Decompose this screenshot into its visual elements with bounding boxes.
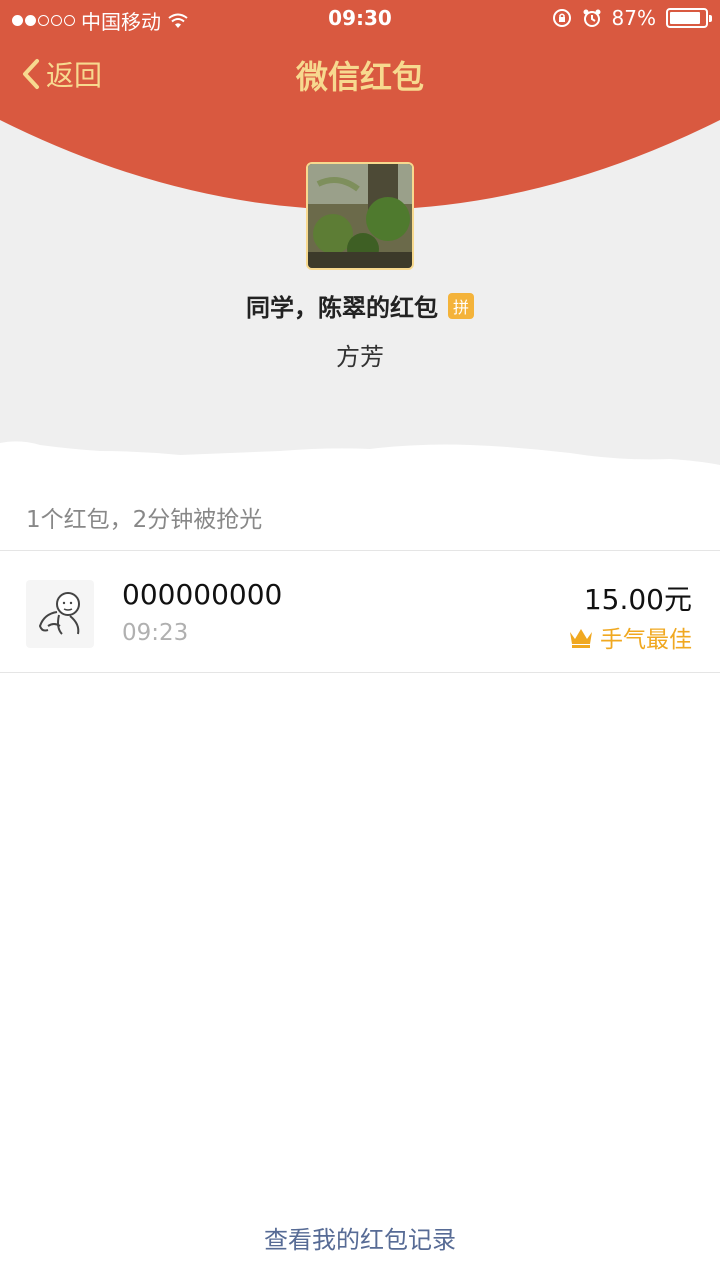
best-luck-label: 手气最佳 [600,627,692,653]
view-my-records-link[interactable]: 查看我的红包记录 [0,1220,720,1255]
divider [0,672,720,673]
record-amount: 15.00元 [583,583,692,616]
rotation-lock-icon [552,9,571,27]
torn-edge [0,441,720,485]
status-bar: 中国移动 09:30 87% [0,0,720,38]
divider [0,550,720,551]
status-right: 87% [552,6,712,30]
avatar[interactable] [26,580,94,648]
packet-title-row: 同学，陈翠的红包 拼 [0,288,720,323]
sender-avatar[interactable] [306,162,414,270]
battery-icon [666,8,712,28]
alarm-icon [583,9,601,27]
group-packet-badge: 拼 [448,292,474,319]
cartoon-avatar-icon [38,592,80,635]
packet-sender: 方芳 [336,343,384,371]
nav-bar: 返回 微信红包 [0,40,720,110]
nav-title: 微信红包 [295,58,424,96]
record-time: 09:23 [122,620,189,646]
packet-title: 同学，陈翠的红包 [246,294,438,322]
record-name: 000000000 [122,578,283,611]
packet-summary: 1个红包，2分钟被抢光 [26,507,263,533]
list-item[interactable]: 000000000 09:23 15.00元 手气最佳 [0,552,720,672]
crown-icon [570,629,592,648]
best-luck-badge: 手气最佳 [568,620,692,654]
battery-percent: 87% [611,6,656,30]
avatar-photo [308,164,412,268]
